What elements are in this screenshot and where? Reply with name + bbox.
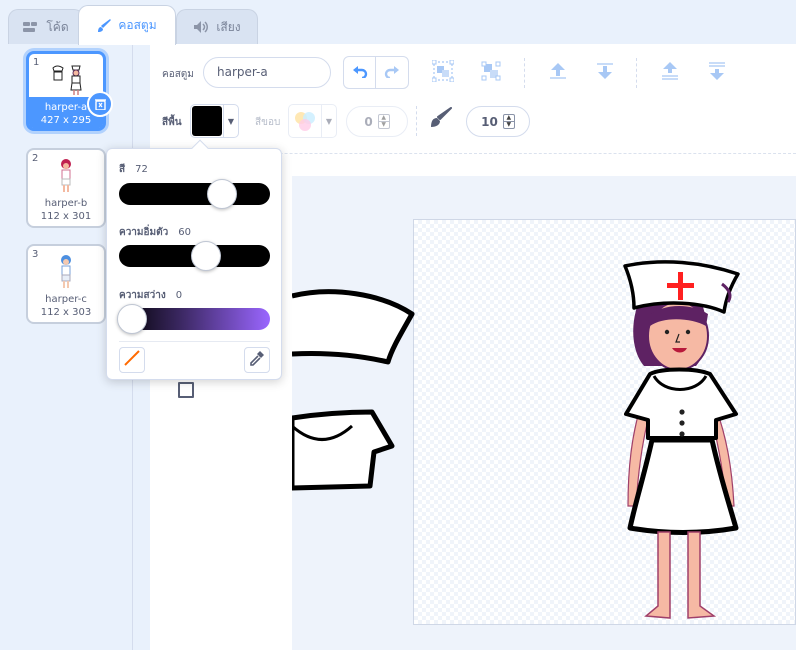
group-icon <box>431 59 455 86</box>
hue-value: 72 <box>135 164 148 175</box>
no-color-button[interactable] <box>119 347 145 373</box>
forward-button[interactable] <box>546 61 570 85</box>
costume-thumbnail <box>28 158 104 194</box>
arrow-top-icon <box>660 61 680 85</box>
brush-size-input[interactable]: 10 ▲ ▼ <box>466 106 530 137</box>
hue-label: สี <box>119 164 126 175</box>
brush-size-stepper[interactable]: ▲ ▼ <box>502 114 515 129</box>
editor-tabs: โค้ด คอสตูม เสียง <box>0 0 796 45</box>
tab-costumes[interactable]: คอสตูม <box>78 5 176 45</box>
tab-sounds[interactable]: เสียง <box>176 9 258 44</box>
back-button[interactable] <box>705 61 729 85</box>
brush-icon <box>430 107 452 133</box>
toolbar-divider <box>636 58 637 88</box>
saturation-slider[interactable] <box>119 241 270 271</box>
ungroup-button[interactable] <box>479 61 503 85</box>
color-picker-footer <box>119 341 270 373</box>
hue-label-row: สี 72 <box>119 162 148 177</box>
arrow-down-icon <box>595 62 615 84</box>
front-button[interactable] <box>658 61 682 85</box>
brush-size-icon-wrap <box>429 107 453 133</box>
costume-name-label: คอสตูม <box>162 69 194 80</box>
eyedropper-icon <box>249 350 265 370</box>
outline-width-stepper[interactable]: ▲ ▼ <box>377 114 390 129</box>
brightness-label: ความสว่าง <box>119 290 166 301</box>
costume-size: 112 x 303 <box>40 307 92 318</box>
fill-color-swatch <box>192 106 222 136</box>
eyedropper-button[interactable] <box>244 347 270 373</box>
hat-outline-left <box>292 289 415 365</box>
toolbar-row-top: คอสตูม harper-a <box>150 44 796 96</box>
costume-name: harper-b <box>44 198 88 209</box>
outline-width-value: 0 <box>364 114 373 129</box>
brightness-slider-handle[interactable] <box>117 304 147 334</box>
toolbar-divider <box>416 106 417 136</box>
saturation-slider-handle[interactable] <box>191 241 221 271</box>
undo-redo-group <box>343 56 409 89</box>
toolbar-divider <box>524 58 525 88</box>
fill-color-button[interactable]: ▼ <box>190 104 239 138</box>
outline-color-swatch <box>290 106 320 136</box>
chevron-down-icon: ▼ <box>321 105 336 137</box>
saturation-value: 60 <box>178 227 191 238</box>
ungroup-icon <box>480 60 502 86</box>
trash-icon <box>94 95 106 114</box>
saturation-label: ความอิ่มตัว <box>119 227 169 238</box>
costume-size: 112 x 301 <box>40 211 92 222</box>
no-color-icon <box>123 349 141 371</box>
rectangle-tool-icon[interactable] <box>178 382 194 398</box>
tab-costumes-label: คอสตูม <box>118 18 157 32</box>
brightness-slider[interactable] <box>117 304 270 334</box>
costume-drawing[interactable] <box>292 176 796 650</box>
delete-costume-button[interactable] <box>87 91 113 117</box>
tab-code-label: โค้ด <box>46 19 69 34</box>
group-button[interactable] <box>431 59 455 86</box>
arrow-up-icon <box>548 62 568 84</box>
arrow-bottom-icon <box>707 61 727 85</box>
outline-width-input[interactable]: 0 ▲ ▼ <box>346 106 408 137</box>
costume-name-input[interactable]: harper-a <box>203 57 331 88</box>
speaker-icon <box>193 20 209 34</box>
costume-item-3[interactable]: 3 harper-c 112 x 303 <box>26 244 106 324</box>
redo-button[interactable] <box>376 57 408 88</box>
redo-icon <box>384 63 400 82</box>
brightness-label-row: ความสว่าง 0 <box>119 288 182 303</box>
backward-button[interactable] <box>593 61 617 85</box>
fill-color-label: สีพื้น <box>162 117 182 128</box>
costume-size: 427 x 295 <box>40 115 92 126</box>
shirt-outline-left <box>292 409 395 491</box>
costume-name: harper-c <box>45 294 87 305</box>
costume-item-2[interactable]: 2 harper-b 112 x 301 <box>26 148 106 228</box>
undo-icon <box>352 63 368 82</box>
code-blocks-icon <box>23 21 39 33</box>
brightness-value: 0 <box>175 290 183 301</box>
tab-code[interactable]: โค้ด <box>8 9 84 44</box>
brush-icon <box>97 18 112 33</box>
undo-button[interactable] <box>344 57 377 88</box>
brush-size-value: 10 <box>481 114 498 129</box>
outline-color-button[interactable]: ▼ <box>288 104 337 138</box>
saturation-label-row: ความอิ่มตัว 60 <box>119 225 191 240</box>
color-picker-popover: สี 72 ความอิ่มตัว 60 ความสว่าง 0 <box>106 139 282 380</box>
costume-thumbnail <box>28 254 104 290</box>
hue-slider[interactable] <box>119 179 270 209</box>
chevron-down-icon: ▼ <box>223 105 238 137</box>
tab-sounds-label: เสียง <box>216 19 241 34</box>
outline-color-label: สีขอบ <box>255 117 281 128</box>
hue-slider-handle[interactable] <box>207 179 237 209</box>
nurse-figure <box>623 260 740 619</box>
